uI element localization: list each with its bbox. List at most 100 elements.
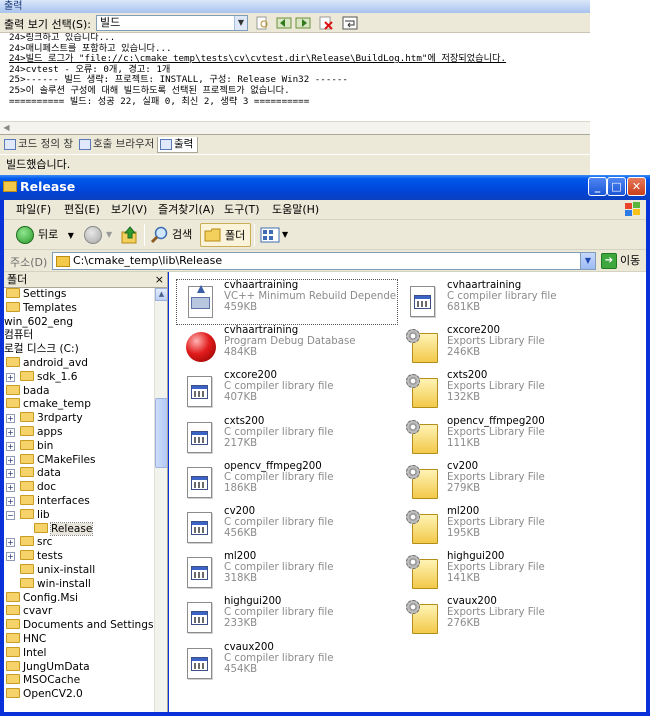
tree-node[interactable]: android_avd bbox=[6, 357, 88, 371]
folder-icon bbox=[20, 426, 34, 436]
tree-node[interactable]: 로컬 디스크 (C:) bbox=[4, 343, 79, 357]
address-input[interactable]: C:\cmake_temp\lib\Release ▼ bbox=[52, 252, 596, 270]
menu-edit[interactable]: 편집(E) bbox=[64, 202, 100, 217]
chevron-down-icon[interactable]: ▼ bbox=[580, 253, 595, 269]
scroll-up-icon[interactable]: ▲ bbox=[155, 288, 167, 301]
file-item[interactable]: highgui200 C compiler library file 233KB bbox=[177, 596, 397, 640]
tab-code-definition[interactable]: 코드 정의 창 bbox=[2, 137, 77, 153]
expand-icon[interactable]: + bbox=[6, 441, 15, 451]
chevron-down-icon[interactable]: ▼ bbox=[68, 231, 74, 240]
up-folder-icon[interactable] bbox=[120, 225, 140, 245]
tree-node[interactable]: − lib bbox=[6, 508, 50, 523]
file-item[interactable]: cxts200 Exports Library File 132KB bbox=[400, 370, 620, 414]
minimize-button[interactable]: _ bbox=[588, 177, 607, 196]
tree-node[interactable]: + doc bbox=[6, 481, 56, 495]
go-to-previous-message-icon[interactable] bbox=[276, 16, 292, 30]
tree-node[interactable]: bada bbox=[6, 384, 49, 399]
chevron-down-icon[interactable]: ▼ bbox=[106, 223, 112, 247]
expand-icon[interactable]: + bbox=[6, 552, 15, 562]
tree-node[interactable]: + interfaces bbox=[6, 495, 90, 509]
file-item[interactable]: ml200 C compiler library file 318KB bbox=[177, 551, 397, 595]
tree-node[interactable]: + apps bbox=[6, 426, 62, 440]
tree-node[interactable]: + tests bbox=[6, 550, 63, 564]
tree-node-selected[interactable]: Release bbox=[34, 521, 94, 537]
file-item[interactable]: opencv_ffmpeg200 C compiler library file 1… bbox=[177, 461, 397, 505]
file-type: Program Debug Database bbox=[224, 336, 356, 348]
tab-call-browser[interactable]: 호출 브라우저 bbox=[77, 137, 158, 153]
tree-node[interactable]: Templates bbox=[6, 301, 77, 316]
tree-node[interactable]: cmake_temp bbox=[6, 398, 91, 412]
views-button[interactable]: ▼ bbox=[260, 223, 290, 247]
chevron-down-icon[interactable]: ▼ bbox=[282, 223, 288, 247]
expand-icon[interactable]: + bbox=[6, 414, 15, 424]
tree-node[interactable]: MSOCache bbox=[6, 674, 80, 688]
tree-node[interactable]: Config.Msi bbox=[6, 591, 78, 606]
menu-view[interactable]: 보기(V) bbox=[111, 202, 147, 217]
menu-help[interactable]: 도움말(H) bbox=[272, 202, 319, 217]
menu-file[interactable]: 파일(F) bbox=[16, 202, 51, 217]
tree-node[interactable]: win-install bbox=[20, 577, 91, 592]
output-source-select[interactable]: 빌드 ▼ bbox=[96, 15, 248, 31]
scroll-left-icon[interactable]: ◀ bbox=[0, 122, 13, 134]
folder-icon bbox=[20, 439, 34, 450]
file-item[interactable]: cvhaartraining VC++ Minimum Rebuild Depen… bbox=[176, 279, 398, 325]
collapse-icon[interactable]: − bbox=[6, 510, 15, 520]
tree-node[interactable]: +3rdparty bbox=[6, 412, 83, 426]
file-item[interactable]: ml200 Exports Library File 195KB bbox=[400, 506, 620, 550]
tree-node[interactable]: Settings bbox=[6, 288, 66, 302]
close-button[interactable]: ✕ bbox=[627, 177, 646, 196]
file-type: Exports Library File bbox=[447, 607, 545, 619]
clear-all-icon[interactable] bbox=[318, 16, 334, 30]
tree-node[interactable]: cvavr bbox=[6, 605, 52, 619]
chevron-down-icon[interactable]: ▼ bbox=[234, 16, 247, 30]
tree-node[interactable]: HNC bbox=[6, 633, 46, 647]
maximize-button[interactable]: □ bbox=[607, 177, 626, 196]
expand-icon[interactable]: + bbox=[6, 483, 15, 493]
tree-node[interactable]: Documents and Settings bbox=[6, 619, 154, 633]
tree-node[interactable]: 컴퓨터 bbox=[4, 329, 33, 343]
file-item[interactable]: cvaux200 C compiler library file 454KB bbox=[177, 642, 397, 686]
menu-tools[interactable]: 도구(T) bbox=[224, 202, 260, 217]
find-message-icon[interactable] bbox=[254, 16, 270, 30]
back-button[interactable]: 뒤로 ▼ bbox=[14, 223, 74, 247]
file-item[interactable]: cvhaartraining C compiler library file 681… bbox=[400, 280, 620, 324]
file-item[interactable]: cxcore200 Exports Library File 246KB bbox=[400, 325, 620, 369]
toggle-word-wrap-icon[interactable] bbox=[342, 16, 358, 30]
close-folder-pane-button[interactable]: × bbox=[155, 272, 164, 287]
file-item[interactable]: cxcore200 C compiler library file 407KB bbox=[177, 370, 397, 414]
expand-icon[interactable]: + bbox=[6, 469, 15, 479]
file-item[interactable]: cv200 C compiler library file 456KB bbox=[177, 506, 397, 550]
go-button[interactable]: ➔ 이동 bbox=[601, 253, 640, 269]
forward-button[interactable]: ▼ bbox=[82, 223, 112, 247]
tree-node[interactable]: + sdk_1.6 bbox=[6, 370, 78, 385]
output-horizontal-scrollbar[interactable]: ◀ bbox=[0, 121, 590, 134]
expand-icon[interactable]: + bbox=[6, 455, 15, 465]
menu-favorites[interactable]: 즐겨찾기(A) bbox=[158, 202, 215, 217]
expand-icon[interactable]: + bbox=[6, 372, 15, 382]
file-item[interactable]: highgui200 Exports Library File 141KB bbox=[400, 551, 620, 595]
tree-node[interactable]: win_602_eng bbox=[4, 316, 73, 330]
tree-node[interactable]: OpenCV2.0 bbox=[6, 688, 83, 702]
tree-node[interactable]: unix-install bbox=[20, 564, 95, 578]
file-item[interactable]: cvaux200 Exports Library File 276KB bbox=[400, 596, 620, 640]
tab-output[interactable]: 출력 bbox=[157, 137, 199, 153]
tree-node[interactable]: + bin bbox=[6, 439, 53, 454]
tree-node[interactable]: + CMakeFiles bbox=[6, 453, 96, 468]
file-item[interactable]: opencv_ffmpeg200 Exports Library File 111K… bbox=[400, 416, 620, 460]
file-item[interactable]: cvhaartraining Program Debug Database 484K… bbox=[177, 325, 397, 369]
file-item[interactable]: cv200 Exports Library File 279KB bbox=[400, 461, 620, 505]
expand-icon[interactable]: + bbox=[6, 538, 15, 548]
tree-node[interactable]: JungUmData bbox=[6, 660, 90, 675]
go-to-next-message-icon[interactable] bbox=[295, 16, 311, 30]
folders-button[interactable]: 폴더 bbox=[200, 223, 252, 247]
window-title-bar[interactable]: Release _ □ ✕ bbox=[0, 175, 650, 200]
scroll-thumb[interactable] bbox=[155, 398, 167, 468]
tree-node[interactable]: Intel bbox=[6, 646, 46, 661]
tree-node[interactable]: + data bbox=[6, 467, 61, 481]
folder-pane-scrollbar[interactable]: ▲ bbox=[154, 288, 167, 712]
tree-node[interactable]: + src bbox=[6, 536, 52, 550]
search-button[interactable]: 검색 bbox=[150, 223, 192, 247]
expand-icon[interactable]: + bbox=[6, 428, 15, 437]
file-item[interactable]: cxts200 C compiler library file 217KB bbox=[177, 416, 397, 460]
expand-icon[interactable]: + bbox=[6, 497, 15, 506]
